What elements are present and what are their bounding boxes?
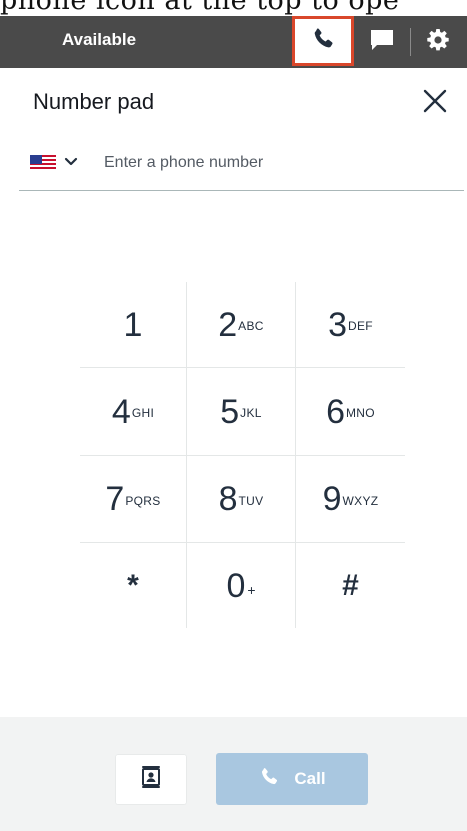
- key-letters: WXYZ: [342, 493, 379, 508]
- key-digit: 2: [218, 305, 238, 344]
- key-digit: *: [127, 568, 139, 602]
- phone-tab-button[interactable]: [292, 16, 354, 66]
- key-letters: PQRS: [125, 493, 161, 508]
- key-6[interactable]: 6 MNO: [296, 368, 405, 456]
- key-letters: JKL: [240, 406, 262, 420]
- status-header: Available: [0, 16, 467, 68]
- us-flag-icon: [30, 155, 56, 171]
- key-letters: MNO: [346, 406, 375, 420]
- key-digit: 6: [326, 392, 345, 431]
- call-button-label: Call: [294, 769, 326, 788]
- chat-tab-button[interactable]: [364, 20, 400, 64]
- action-footer: Call: [0, 717, 467, 831]
- caption-text: phone icon at the top to ope: [0, 0, 400, 16]
- key-digit: 4: [111, 392, 131, 431]
- key-letters: +: [247, 581, 256, 598]
- key-7[interactable]: 7 PQRS: [80, 456, 187, 543]
- input-underline: [19, 190, 464, 191]
- contacts-icon: [141, 766, 161, 793]
- close-icon: [422, 88, 448, 119]
- key-digit: 0: [226, 566, 246, 605]
- key-8[interactable]: 8 TUV: [187, 456, 296, 543]
- header-divider: [410, 28, 411, 56]
- ccp-softphone: phone icon at the top to ope Available N…: [0, 0, 467, 831]
- agent-status[interactable]: Available: [62, 30, 136, 50]
- number-keypad: 1 2 ABC 3 DEF 4 GHI 5 JKL 6 MNO 7 PQRS 8…: [80, 282, 405, 628]
- key-digit: #: [342, 568, 359, 602]
- key-2[interactable]: 2 ABC: [187, 282, 296, 368]
- key-star[interactable]: *: [80, 543, 187, 628]
- gear-icon: [426, 28, 450, 57]
- key-hash[interactable]: #: [296, 543, 405, 628]
- settings-button[interactable]: [420, 20, 456, 64]
- chat-icon: [369, 28, 395, 57]
- key-3[interactable]: 3 DEF: [296, 282, 405, 368]
- key-0[interactable]: 0 +: [187, 543, 296, 628]
- country-code-select[interactable]: [30, 150, 90, 176]
- quick-connects-button[interactable]: [115, 754, 187, 805]
- key-digit: 3: [328, 305, 347, 344]
- call-button[interactable]: Call: [216, 753, 368, 805]
- key-letters: GHI: [131, 406, 155, 420]
- key-digit: 8: [218, 480, 238, 518]
- key-digit: 9: [322, 480, 342, 518]
- key-digit: 7: [105, 480, 125, 518]
- phone-icon: [258, 766, 280, 793]
- chevron-down-icon: [64, 154, 78, 172]
- key-4[interactable]: 4 GHI: [80, 368, 187, 456]
- key-letters: TUV: [238, 493, 264, 508]
- panel-title: Number pad: [33, 89, 155, 114]
- key-digit: 1: [123, 305, 143, 344]
- key-digit: 5: [220, 392, 240, 431]
- key-9[interactable]: 9 WXYZ: [296, 456, 405, 543]
- phone-icon: [310, 26, 336, 57]
- phone-number-input[interactable]: [104, 150, 434, 176]
- key-5[interactable]: 5 JKL: [187, 368, 296, 456]
- key-1[interactable]: 1: [80, 282, 187, 368]
- key-letters: ABC: [238, 319, 264, 333]
- close-button[interactable]: [418, 86, 452, 120]
- key-letters: DEF: [348, 319, 373, 333]
